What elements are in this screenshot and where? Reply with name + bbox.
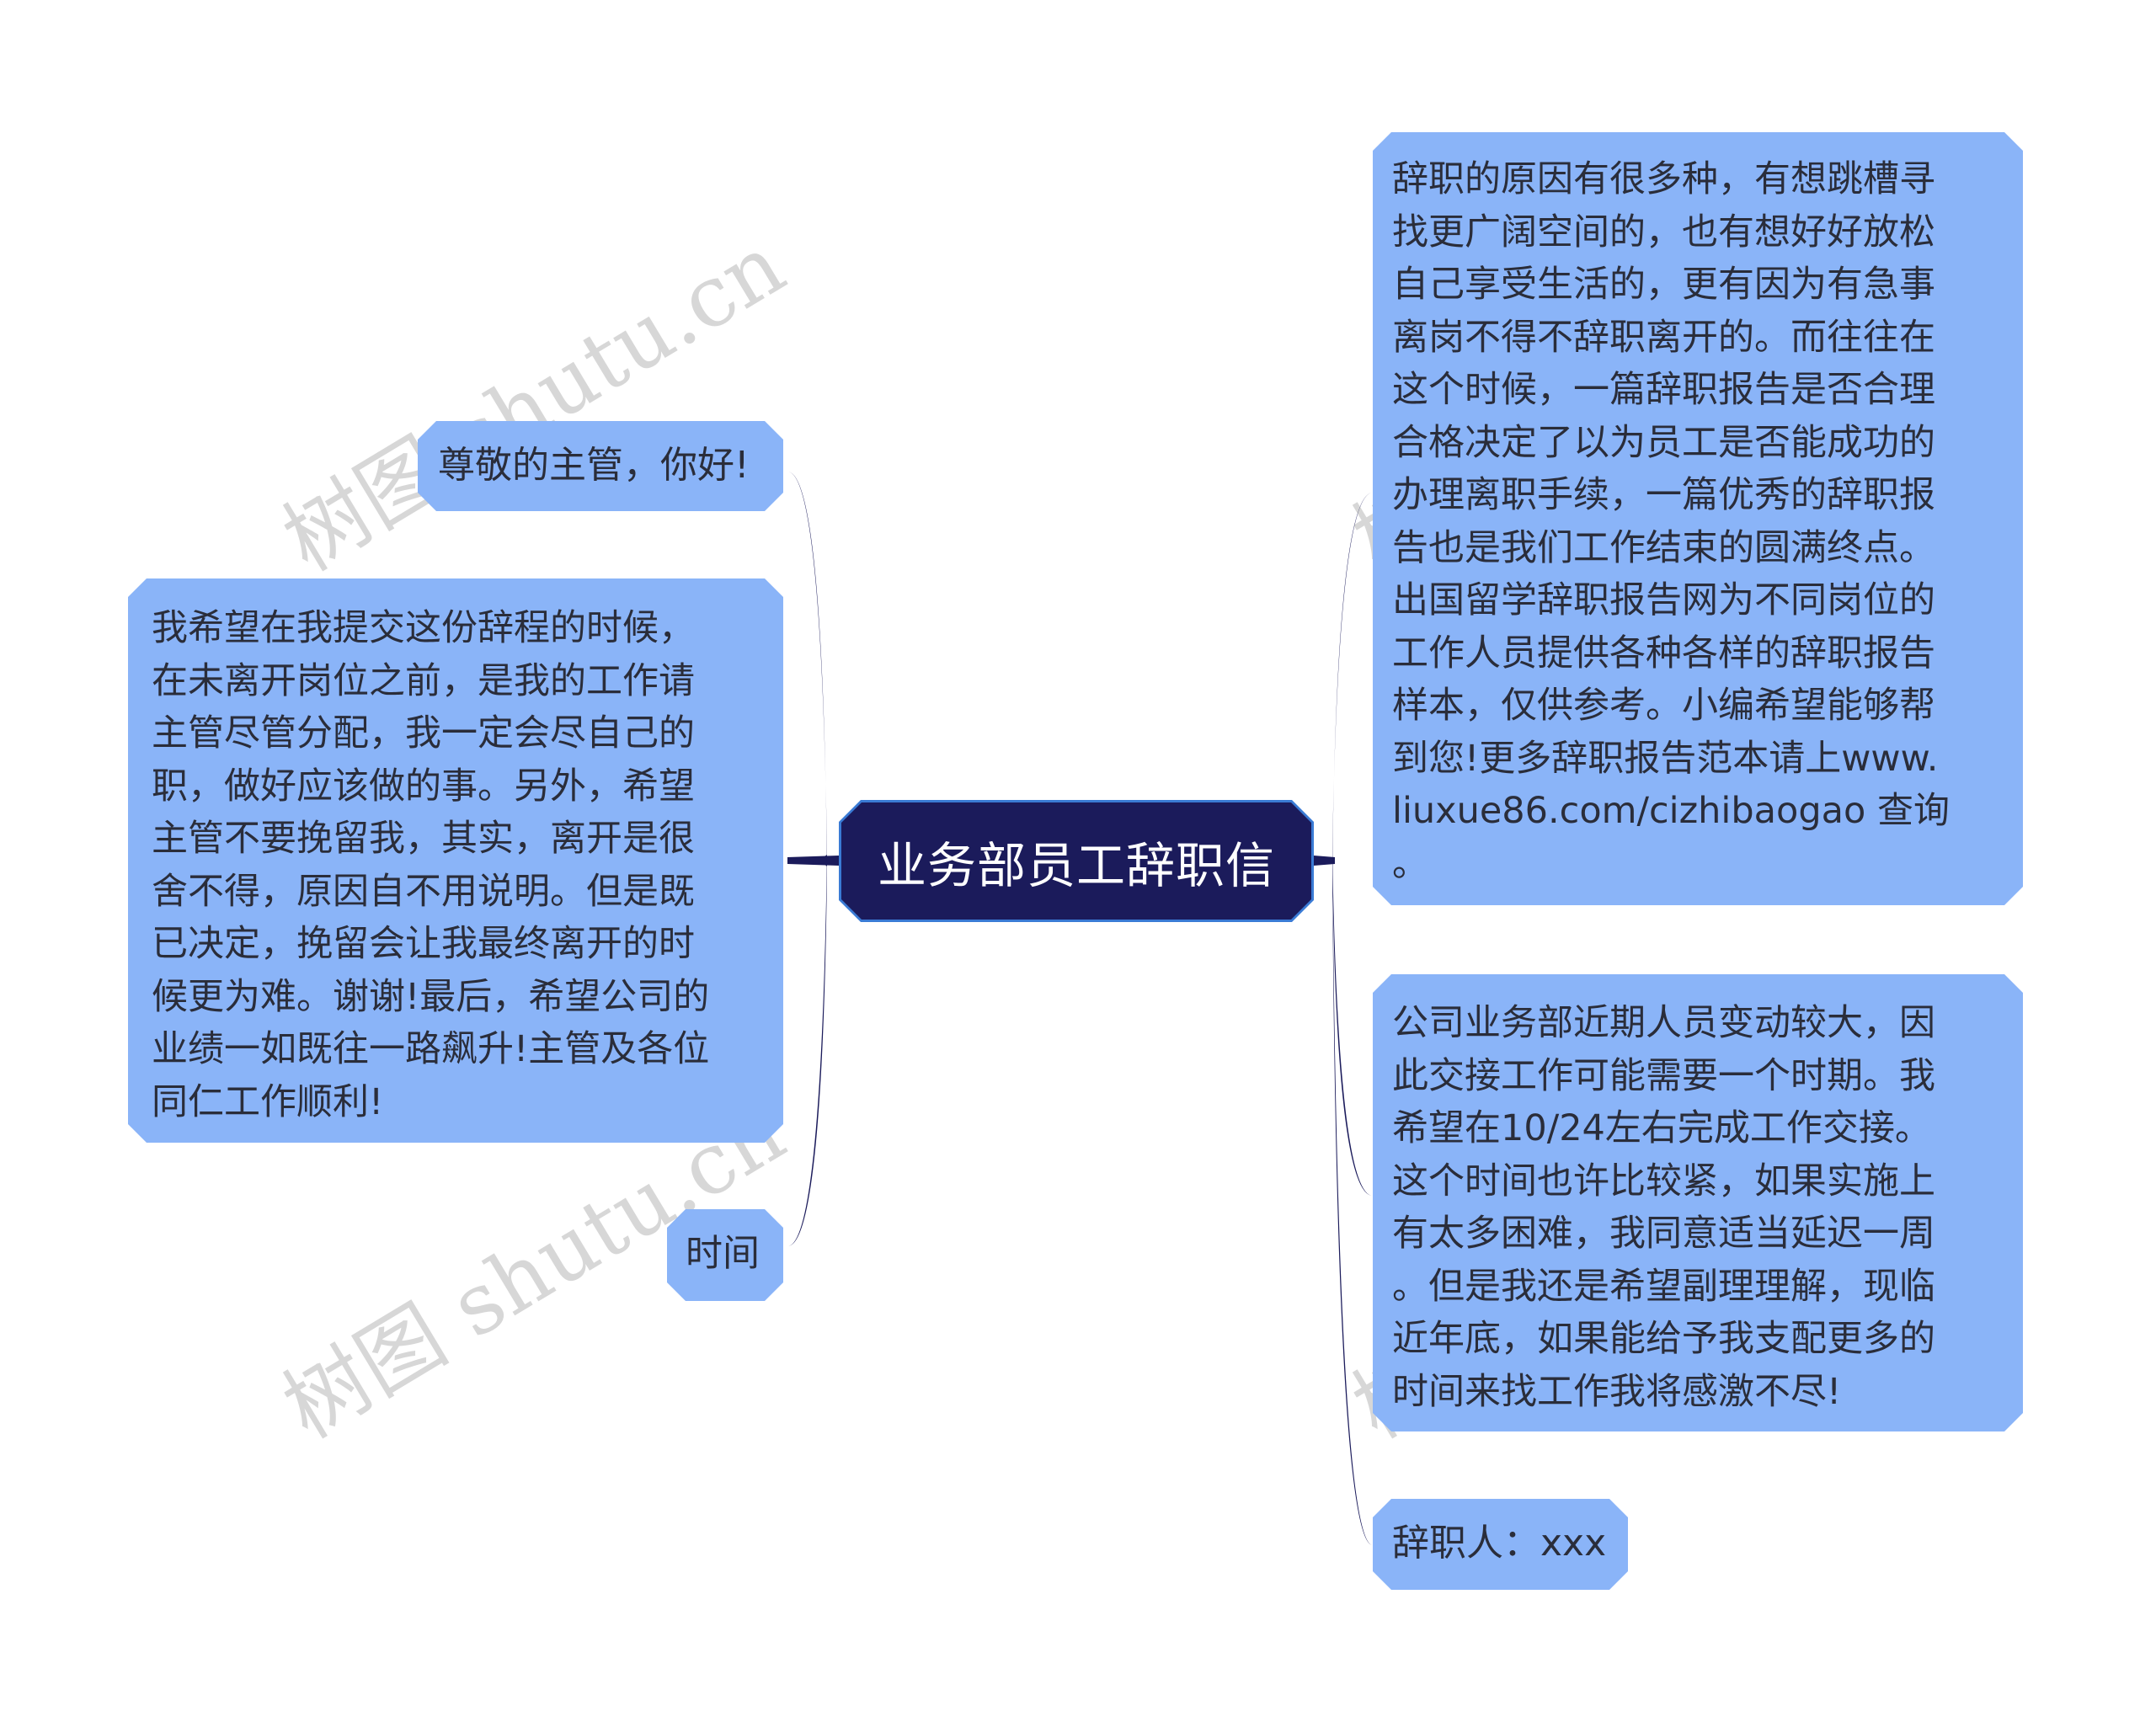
topic-node-time[interactable]: 时间 — [667, 1209, 783, 1301]
branch-to-time — [787, 852, 827, 1246]
topic-node-reasons[interactable]: 辞职的原因有很多种，有想跳槽寻 找更广阔空间的，也有想好好放松 自己享受生活的，… — [1373, 132, 2023, 905]
central-topic-title: 业务部员工辞职信 — [877, 836, 1275, 894]
branch-to-signer — [1332, 852, 1373, 1545]
topic-node-letter-body[interactable]: 我希望在我提交这份辞程的时候， 在未离开岗位之前，是我的工作请 主管尽管分配，我… — [128, 578, 783, 1143]
connector-stub-right — [1314, 856, 1335, 866]
central-topic-node[interactable]: 业务部员工辞职信 — [839, 800, 1314, 922]
topic-text: 辞职人：xxx — [1392, 1522, 1607, 1565]
topic-node-handover[interactable]: 公司业务部近期人员变动较大，因 此交接工作可能需要一个时期。我 希望在10/24… — [1373, 974, 2023, 1431]
topic-text: 公司业务部近期人员变动较大，因 此交接工作可能需要一个时期。我 希望在10/24… — [1392, 1002, 1935, 1413]
topic-text: 辞职的原因有很多种，有想跳槽寻 找更广阔空间的，也有想好好放松 自己享受生活的，… — [1392, 158, 1950, 885]
branch-to-greeting — [787, 472, 827, 869]
topic-text: 我希望在我提交这份辞程的时候， 在未离开岗位之前，是我的工作请 主管尽管分配，我… — [152, 607, 710, 1123]
topic-node-signer[interactable]: 辞职人：xxx — [1373, 1499, 1628, 1590]
topic-text: 尊敬的主管，你好! — [438, 444, 750, 487]
topic-text: 时间 — [686, 1232, 760, 1275]
topic-node-greeting[interactable]: 尊敬的主管，你好! — [418, 421, 783, 511]
branch-to-reasons — [1332, 493, 1373, 869]
branch-to-handover — [1332, 852, 1373, 1196]
